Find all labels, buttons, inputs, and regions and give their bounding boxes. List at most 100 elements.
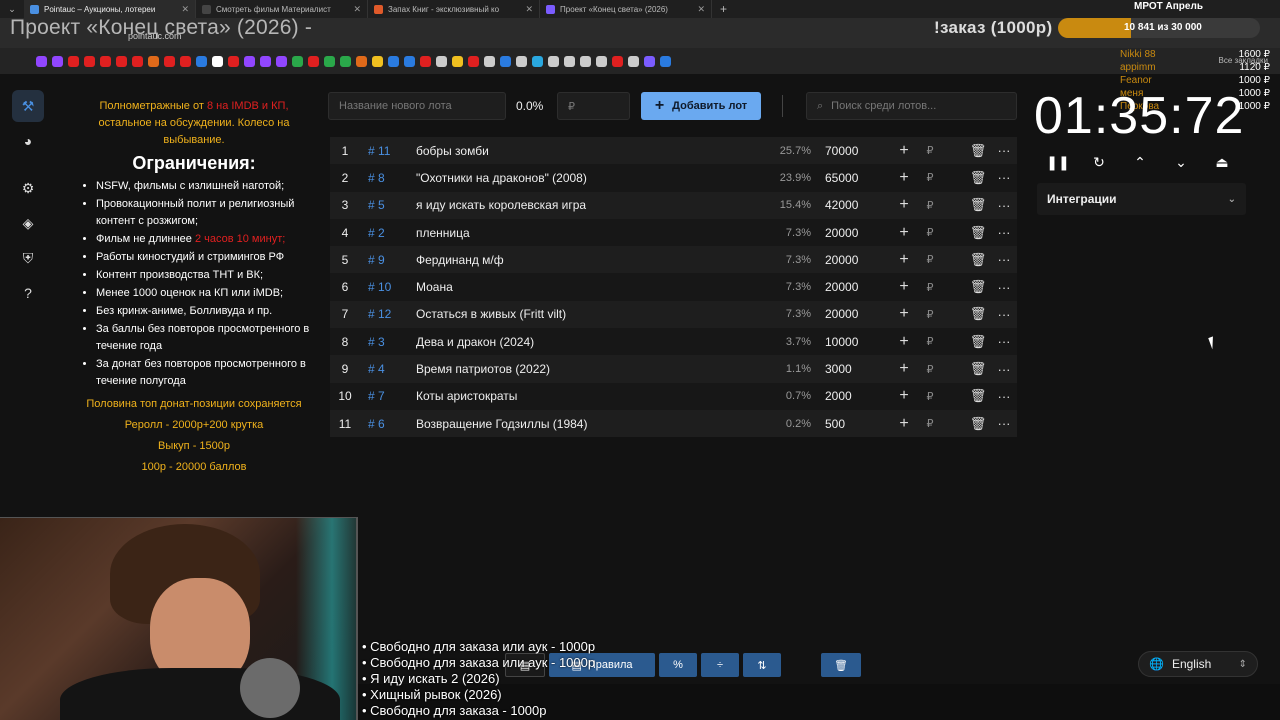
pause-icon[interactable]: ❚❚ [1040, 150, 1076, 174]
delete-lot-icon[interactable]: 🗑 [965, 225, 991, 241]
add-bid-icon[interactable]: + [891, 196, 917, 214]
add-bid-icon[interactable]: + [891, 224, 917, 242]
lot-id[interactable]: # 11 [360, 144, 416, 158]
bookmark-icon[interactable] [644, 55, 655, 67]
clear-all-button[interactable]: 🗑 [821, 653, 861, 677]
more-options-icon[interactable]: ··· [991, 198, 1017, 213]
chevron-down-icon[interactable]: ⌄ [1163, 150, 1199, 174]
add-bid-icon[interactable]: + [891, 305, 917, 323]
lot-amount[interactable]: 500 [825, 417, 891, 431]
bookmark-icon[interactable] [420, 55, 431, 67]
lot-id[interactable]: # 2 [360, 226, 416, 240]
bookmark-icon[interactable] [100, 55, 111, 67]
sidebar-button[interactable]: ◕ [12, 125, 44, 157]
lot-id[interactable]: # 12 [360, 307, 416, 321]
lot-amount[interactable]: 2000 [825, 389, 891, 403]
add-bid-icon[interactable]: + [891, 251, 917, 269]
bookmark-icon[interactable] [180, 55, 191, 67]
percent-toggle-button[interactable]: % [659, 653, 697, 677]
bookmark-icon[interactable] [292, 55, 303, 67]
bookmark-icon[interactable] [340, 55, 351, 67]
bookmark-icon[interactable] [564, 55, 575, 67]
tab-close-icon[interactable]: ✕ [525, 4, 533, 15]
sidebar-button[interactable]: ⚒ [12, 90, 44, 122]
eject-icon[interactable]: ⏏ [1204, 150, 1240, 174]
lot-search-input[interactable]: ⌕ Поиск среди лотов... [806, 92, 1017, 120]
language-select[interactable]: 🌐 English ⇕ [1138, 651, 1258, 677]
tab-close-icon[interactable]: ✕ [353, 4, 361, 15]
lot-name[interactable]: Время патриотов (2022) [416, 362, 765, 376]
delete-lot-icon[interactable]: 🗑 [965, 279, 991, 295]
lot-id[interactable]: # 9 [360, 253, 416, 267]
tab-close-icon[interactable]: ✕ [697, 4, 705, 15]
bookmark-icon[interactable] [660, 55, 671, 67]
lot-amount[interactable]: 70000 [825, 144, 891, 158]
split-button[interactable]: ÷ [701, 653, 739, 677]
integrations-accordion[interactable]: Интеграции ⌄ [1037, 183, 1246, 215]
bookmark-icon[interactable] [244, 55, 255, 67]
bookmark-icon[interactable] [228, 55, 239, 67]
lot-id[interactable]: # 8 [360, 171, 416, 185]
bookmark-icon[interactable] [532, 55, 543, 67]
add-bid-icon[interactable]: + [891, 415, 917, 433]
lot-name[interactable]: "Охотники на драконов" (2008) [416, 171, 765, 185]
bookmark-icon[interactable] [116, 55, 127, 67]
chevron-up-icon[interactable]: ⌃ [1122, 150, 1158, 174]
lot-amount[interactable]: 20000 [825, 226, 891, 240]
add-bid-icon[interactable]: + [891, 142, 917, 160]
new-lot-amount-input[interactable]: ₽ [557, 92, 630, 120]
add-lot-button[interactable]: + Добавить лот [641, 92, 761, 120]
bookmark-icon[interactable] [580, 55, 591, 67]
browser-tab[interactable]: Запах Книг - эксклюзивный ко ✕ [368, 0, 540, 18]
add-bid-icon[interactable]: + [891, 333, 917, 351]
lot-id[interactable]: # 10 [360, 280, 416, 294]
lot-amount[interactable]: 3000 [825, 362, 891, 376]
more-options-icon[interactable]: ··· [991, 307, 1017, 322]
bookmark-icon[interactable] [52, 55, 63, 67]
lot-amount[interactable]: 65000 [825, 171, 891, 185]
lot-name[interactable]: Фердинанд м/ф [416, 253, 765, 267]
bookmark-icon[interactable] [276, 55, 287, 67]
delete-lot-icon[interactable]: 🗑 [965, 416, 991, 432]
more-options-icon[interactable]: ··· [991, 416, 1017, 431]
delete-lot-icon[interactable]: 🗑 [965, 388, 991, 404]
bookmark-icon[interactable] [148, 55, 159, 67]
bookmark-icon[interactable] [452, 55, 463, 67]
lot-name[interactable]: Остаться в живых (Fritt vilt) [416, 307, 765, 321]
more-options-icon[interactable]: ··· [991, 334, 1017, 349]
bookmark-icon[interactable] [596, 55, 607, 67]
browser-tab[interactable]: Проект «Конец света» (2026) ✕ [540, 0, 712, 18]
more-options-icon[interactable]: ··· [991, 389, 1017, 404]
sidebar-button[interactable]: ? [12, 277, 44, 309]
bookmark-icon[interactable] [132, 55, 143, 67]
bookmark-icon[interactable] [164, 55, 175, 67]
delete-lot-icon[interactable]: 🗑 [965, 361, 991, 377]
bookmark-icon[interactable] [516, 55, 527, 67]
bookmark-icon[interactable] [612, 55, 623, 67]
bookmark-icon[interactable] [68, 55, 79, 67]
sidebar-button[interactable]: ⛨ [12, 242, 44, 274]
delete-lot-icon[interactable]: 🗑 [965, 306, 991, 322]
lot-amount[interactable]: 10000 [825, 335, 891, 349]
lot-id[interactable]: # 4 [360, 362, 416, 376]
more-options-icon[interactable]: ··· [991, 280, 1017, 295]
bookmark-icon[interactable] [324, 55, 335, 67]
new-lot-name-input[interactable]: Название нового лота [328, 92, 506, 120]
more-options-icon[interactable]: ··· [991, 362, 1017, 377]
delete-lot-icon[interactable]: 🗑 [965, 143, 991, 159]
more-options-icon[interactable]: ··· [991, 170, 1017, 185]
restart-icon[interactable]: ↻ [1081, 150, 1117, 174]
bookmark-icon[interactable] [84, 55, 95, 67]
lot-name[interactable]: Дева и дракон (2024) [416, 335, 765, 349]
bookmark-icon[interactable] [548, 55, 559, 67]
lot-name[interactable]: я иду искать королевская игра [416, 198, 765, 212]
lot-name[interactable]: бобры зомби [416, 144, 765, 158]
lot-id[interactable]: # 3 [360, 335, 416, 349]
bookmark-icon[interactable] [260, 55, 271, 67]
lot-id[interactable]: # 7 [360, 389, 416, 403]
bookmark-icon[interactable] [372, 55, 383, 67]
more-options-icon[interactable]: ··· [991, 252, 1017, 267]
add-bid-icon[interactable]: + [891, 360, 917, 378]
add-bid-icon[interactable]: + [891, 387, 917, 405]
lot-name[interactable]: Коты аристократы [416, 389, 765, 403]
